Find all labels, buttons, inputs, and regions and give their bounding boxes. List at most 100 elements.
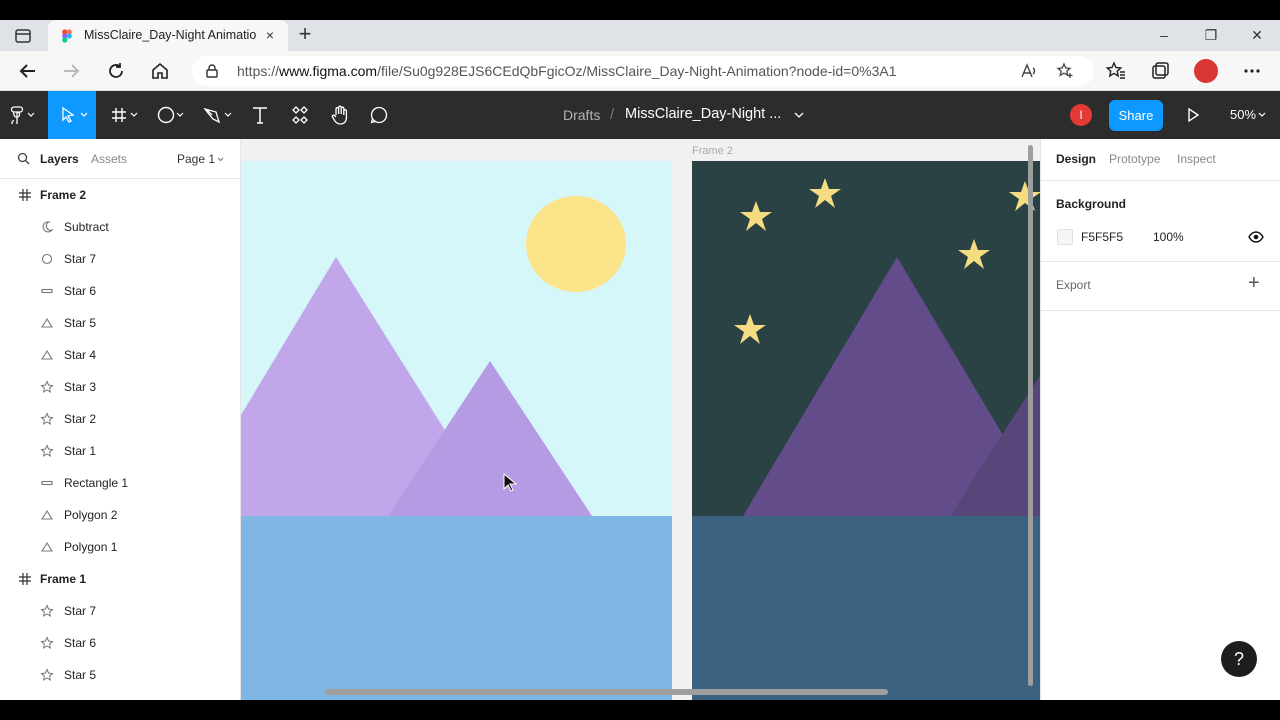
hand-icon (331, 105, 348, 125)
layer-label: Star 2 (64, 412, 97, 426)
layer-row[interactable]: Star 7 (0, 595, 240, 627)
layer-row[interactable]: Polygon 1 (0, 531, 240, 563)
layer-row[interactable]: Star 2 (0, 403, 240, 435)
tab-actions-icon[interactable] (14, 27, 32, 45)
layer-label: Star 4 (64, 348, 97, 362)
frame-tool-button[interactable] (104, 91, 144, 139)
resources-tool-button[interactable] (280, 91, 320, 139)
background-hex-input[interactable]: F5F5F5 (1081, 230, 1123, 244)
hand-tool-button[interactable] (320, 91, 360, 139)
favorite-add-icon[interactable] (1056, 62, 1074, 80)
pen-tool-button[interactable] (198, 91, 238, 139)
layer-label: Frame 1 (40, 572, 87, 586)
browser-tab-bar: MissClaire_Day-Night Animation × + – ❐ ✕ (0, 20, 1280, 51)
tab-design[interactable]: Design (1056, 152, 1096, 166)
more-options-icon[interactable] (1241, 60, 1263, 82)
file-menu-chevron-icon[interactable] (794, 111, 804, 119)
divider (1041, 180, 1280, 181)
url-field[interactable]: https://www.figma.com/file/Su0g928EJS6CE… (192, 56, 1094, 86)
layer-row-frame[interactable]: Frame 1 (0, 563, 240, 595)
refresh-icon[interactable] (105, 60, 127, 82)
restore-button[interactable]: ❐ (1199, 24, 1223, 46)
star-icon (40, 668, 54, 682)
night-water[interactable] (692, 516, 1040, 700)
close-window-button[interactable]: ✕ (1245, 24, 1269, 46)
home-icon[interactable] (149, 60, 171, 82)
horizontal-scrollbar[interactable] (325, 689, 888, 695)
help-button[interactable]: ? (1221, 641, 1257, 677)
browser-tab[interactable]: MissClaire_Day-Night Animation × (48, 20, 288, 51)
shape-tool-button[interactable] (152, 91, 192, 139)
move-tool-button[interactable] (48, 91, 96, 139)
layer-label: Star 7 (64, 604, 97, 618)
layer-row[interactable]: Star 4 (0, 339, 240, 371)
layer-row[interactable]: Star 6 (0, 275, 240, 307)
layer-row[interactable]: Rectangle 1 (0, 467, 240, 499)
chevron-down-icon (176, 112, 184, 117)
layer-row[interactable]: Star 1 (0, 435, 240, 467)
tab-layers[interactable]: Layers (40, 152, 79, 166)
chevron-down-icon[interactable] (1258, 112, 1266, 118)
share-button[interactable]: Share (1109, 100, 1163, 131)
frame-icon (19, 189, 31, 201)
tab-inspect[interactable]: Inspect (1177, 152, 1216, 166)
layer-row[interactable]: Polygon 2 (0, 499, 240, 531)
zoom-level[interactable]: 50% (1230, 107, 1256, 122)
frame-icon (19, 573, 31, 585)
figma-toolbar: Drafts / MissClaire_Day-Night ... I Shar… (0, 91, 1280, 139)
components-icon (292, 106, 308, 124)
add-export-button[interactable]: + (1248, 273, 1260, 293)
night-frame[interactable] (692, 161, 1040, 700)
page-selector[interactable]: Page 1 (177, 152, 215, 166)
layer-label: Frame 2 (40, 188, 87, 202)
eye-icon[interactable] (1248, 229, 1264, 245)
layer-row[interactable]: Star 5 (0, 307, 240, 339)
layer-label: Star 7 (64, 252, 97, 266)
sun[interactable] (526, 196, 626, 292)
back-icon[interactable] (17, 60, 39, 82)
layer-row[interactable]: Star 7 (0, 243, 240, 275)
file-name[interactable]: MissClaire_Day-Night ... (625, 106, 781, 122)
star-icon (40, 604, 54, 618)
triangle-icon (41, 541, 53, 552)
move-icon (62, 107, 75, 123)
background-section-title: Background (1056, 197, 1127, 211)
minimize-button[interactable]: – (1152, 24, 1176, 46)
text-tool-button[interactable] (240, 91, 280, 139)
favorites-icon[interactable] (1105, 60, 1127, 82)
tab-close-icon[interactable]: × (262, 26, 278, 44)
collections-icon[interactable] (1149, 60, 1171, 82)
figma-menu-icon (10, 106, 24, 124)
layer-label: Subtract (64, 220, 109, 234)
lock-icon[interactable] (204, 63, 220, 79)
profile-avatar[interactable] (1194, 59, 1218, 83)
tab-assets[interactable]: Assets (91, 152, 127, 166)
chevron-down-icon[interactable] (217, 157, 224, 162)
breadcrumb-drafts[interactable]: Drafts (563, 107, 600, 123)
divider (1041, 261, 1280, 262)
layer-row[interactable]: Star 6 (0, 627, 240, 659)
layer-row[interactable]: Star 5 (0, 659, 240, 691)
present-play-icon[interactable] (1183, 105, 1203, 125)
day-water[interactable] (241, 516, 672, 700)
background-color-swatch[interactable] (1057, 229, 1073, 245)
user-avatar[interactable]: I (1070, 104, 1092, 126)
rectangle-icon (41, 288, 53, 294)
layer-row-frame[interactable]: Frame 2 (0, 179, 240, 211)
vertical-scrollbar[interactable] (1028, 145, 1033, 686)
comment-tool-button[interactable] (359, 91, 399, 139)
tab-prototype[interactable]: Prototype (1109, 152, 1160, 166)
layer-row[interactable]: Star 3 (0, 371, 240, 403)
forward-icon[interactable] (60, 60, 82, 82)
chevron-down-icon (224, 112, 232, 117)
search-icon[interactable] (17, 152, 30, 165)
layer-row[interactable]: Subtract (0, 211, 240, 243)
background-opacity-input[interactable]: 100% (1153, 230, 1184, 244)
canvas[interactable]: Frame 2 (241, 139, 1040, 700)
read-aloud-icon[interactable] (1020, 62, 1038, 80)
new-tab-button[interactable]: + (294, 23, 316, 46)
day-frame[interactable] (241, 161, 672, 700)
figma-menu-button[interactable] (0, 91, 46, 139)
artboards[interactable] (241, 139, 1040, 700)
ellipse-icon (41, 253, 53, 265)
